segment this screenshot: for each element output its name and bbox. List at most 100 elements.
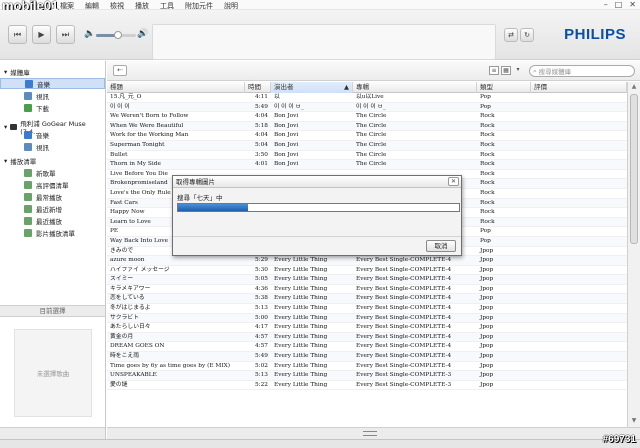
cell-rating[interactable] [531,285,627,294]
sidebar-item-video-playlist[interactable]: 影片播放清單 [0,227,105,238]
table-row[interactable]: When We Were Beautiful 5:18 Bon Jovi The Ci… [107,121,627,132]
sidebar-item-recently-added[interactable]: 最近新增 [0,203,105,214]
vertical-scrollbar[interactable]: ▲ ▼ [627,82,640,428]
table-row[interactable]: 이 이 이 5:49 이 이 이 ㅂ_ 이 이 이 ㅂ_ Pop [107,102,627,113]
cell-genre: Jpop [480,305,494,312]
maximize-button[interactable]: □ [615,0,623,9]
table-row[interactable]: 15.凡_元_O 4:11 以 以u以Live Pop [107,93,627,103]
view-dropdown[interactable]: ▾ [513,66,523,75]
sidebar-item-device-video[interactable]: 視訊 [0,141,105,152]
sidebar-item-top-rated[interactable]: 高評價清單 [0,179,105,190]
cell-rating[interactable] [531,352,627,361]
column-header-artist[interactable]: 演出者 ▲ [271,82,353,93]
sidebar-item-most-played[interactable]: 最常播放 [0,191,105,202]
shuffle-button[interactable]: ⇄ [504,28,518,42]
cell-rating[interactable] [531,208,627,217]
cell-rating[interactable] [531,333,627,342]
volume-slider[interactable] [96,31,136,39]
cell-rating[interactable] [531,256,627,265]
volume-knob[interactable] [114,31,122,39]
sidebar-item-new-playlist[interactable]: 新歌單 [0,167,105,178]
table-row[interactable]: キラメキアワー 4:36 Every Little Thing Every Best … [107,285,627,295]
column-header-time[interactable]: 時間 [245,82,271,93]
dialog-title: 取得專輯圖片 ✕ [173,176,461,188]
table-row[interactable]: Work for the Working Man 4:04 Bon Jovi The … [107,131,627,141]
sidebar-section-library[interactable]: ▾ 媒體庫 [4,67,30,77]
cell-rating[interactable] [531,275,627,284]
repeat-button[interactable]: ↻ [520,28,534,42]
table-row[interactable]: azure moon 5:29 Every Little Thing Every Be… [107,256,627,266]
back-button[interactable]: ⇠ [113,65,127,76]
sidebar-item-label: 視訊 [36,143,49,152]
table-row[interactable]: 恋をしている 5:38 Every Little Thing Every Best S… [107,294,627,305]
resize-grip[interactable] [363,431,377,436]
cell-rating[interactable] [531,93,627,102]
cell-rating[interactable] [531,103,627,112]
table-row[interactable]: ハイファイ メッセージ 5:30 Every Little Thing Every B… [107,266,627,276]
column-header-title[interactable]: 標題 [107,82,245,93]
cell-album: Every Best Single-COMPLETE-4 [356,257,452,264]
cell-rating[interactable] [531,362,627,371]
cell-rating[interactable] [531,189,627,198]
sidebar-item-recently-played[interactable]: 最近播放 [0,215,105,226]
table-row[interactable]: UNSPEAKABLE 5:13 Every Little Thing Every B… [107,371,627,381]
scrollbar-thumb[interactable] [630,94,638,244]
table-row[interactable]: DREAM GOES ON 4:57 Every Little Thing Every… [107,342,627,353]
cell-genre: Rock [480,189,495,196]
cell-rating[interactable] [531,179,627,188]
cell-rating[interactable] [531,131,627,140]
cell-rating[interactable] [531,381,627,390]
cell-rating[interactable] [531,218,627,227]
cell-rating[interactable] [531,323,627,332]
sidebar-item-downloads[interactable]: 下載 [0,102,105,113]
cell-rating[interactable] [531,112,627,121]
cell-rating[interactable] [531,247,627,256]
table-row[interactable]: Superman Tonight 5:04 Bon Jovi The Circle Ro… [107,140,627,151]
cell-rating[interactable] [531,151,627,160]
cell-rating[interactable] [531,266,627,275]
smart-playlist-icon [24,192,32,201]
sidebar-item-music[interactable]: 音樂 [0,78,105,89]
minimize-button[interactable]: – [604,0,608,9]
cell-rating[interactable] [531,141,627,150]
search-input[interactable]: ⌕ 搜尋媒體庫 [529,65,635,77]
table-row[interactable]: あたらしい日々 4:17 Every Little Thing Every Best … [107,323,627,333]
previous-button[interactable]: ⏮ [8,25,27,44]
sidebar-item-device-music[interactable]: 音樂 [0,129,105,140]
table-row[interactable]: スイミー 5:05 Every Little Thing Every Best Sin… [107,275,627,285]
cancel-button[interactable]: 取消 [426,240,456,252]
next-button[interactable]: ⏭ [56,25,75,44]
sidebar-section-playlists[interactable]: ▾ 播放清單 [4,156,36,166]
scroll-up-button[interactable]: ▲ [629,82,639,92]
cell-rating[interactable] [531,160,627,169]
grid-view-button[interactable]: ▦ [501,66,511,75]
table-row[interactable]: We Weren't Born to Follow 4:04 Bon Jovi The… [107,112,627,122]
close-button[interactable]: ✕ [629,0,636,9]
cell-rating[interactable] [531,314,627,323]
cell-rating[interactable] [531,170,627,179]
scroll-down-button[interactable]: ▼ [629,416,639,426]
column-header-genre[interactable]: 類型 [477,82,531,93]
table-row[interactable]: 冬がはじまるよ 5:13 Every Little Thing Every Best … [107,304,627,314]
table-row[interactable]: Time goes by 6y as time goes by (E MIX) 5… [107,362,627,372]
cell-rating[interactable] [531,294,627,303]
play-button[interactable]: ▶ [32,25,51,44]
table-row[interactable]: Bullet 3:50 Bon Jovi The Circle Rock [107,151,627,161]
list-view-button[interactable]: ≡ [489,66,499,75]
table-row[interactable]: サクラビト 5:00 Every Little Thing Every Best Si… [107,313,627,324]
dialog-close-button[interactable]: ✕ [448,177,459,186]
cell-rating[interactable] [531,199,627,208]
column-header-rating[interactable]: 評價 [531,82,627,93]
table-row[interactable]: 時をこえ雨 5:49 Every Little Thing Every Best Si… [107,352,627,362]
cell-rating[interactable] [531,122,627,131]
cell-rating[interactable] [531,342,627,351]
column-header-album[interactable]: 專輯 [353,82,477,93]
table-row[interactable]: 愛の謎 5:22 Every Little Thing Every Best Sing… [107,381,627,391]
cell-rating[interactable] [531,227,627,236]
cell-rating[interactable] [531,371,627,380]
sidebar-item-video[interactable]: 視訊 [0,90,105,101]
table-row[interactable]: 黄金の月 4:57 Every Little Thing Every Best Sin… [107,332,627,343]
cell-rating[interactable] [531,304,627,313]
table-row[interactable]: Thorn in My Side 4:01 Bon Jovi The Circle Ro… [107,160,627,170]
cell-rating[interactable] [531,237,627,246]
